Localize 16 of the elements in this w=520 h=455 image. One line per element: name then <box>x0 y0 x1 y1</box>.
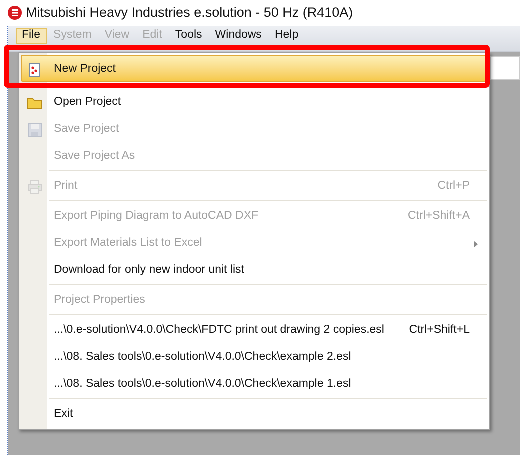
menu-item[interactable]: New Project <box>21 55 487 82</box>
menu-bar-item[interactable]: Tools <box>169 28 208 44</box>
menu-bar-item[interactable]: Windows <box>209 28 268 44</box>
menu-item[interactable]: Download for only new indoor unit list <box>21 256 487 283</box>
menu-item[interactable]: ...\08. Sales tools\0.e-solution\V4.0.0\Check\example 2.esl <box>21 343 487 370</box>
menu-bar-item[interactable]: Help <box>268 28 305 44</box>
menu-item[interactable]: Open Project <box>21 88 487 115</box>
toolbar-field <box>490 56 520 80</box>
menu-item[interactable]: ...\08. Sales tools\0.e-solution\V4.0.0\Check\example 1.esl <box>21 370 487 397</box>
menu-item[interactable]: Exit <box>21 400 487 427</box>
window-title: Mitsubishi Heavy Industries e.solution - 50 Hz (R410A) <box>26 4 354 22</box>
app-logo-icon <box>8 6 22 20</box>
printer-icon <box>27 179 43 195</box>
menu-item[interactable]: ...\0.e-solution\V4.0.0\Check\FDTC print out drawing 2 copies.esl Ctrl+Shift+L <box>21 316 487 343</box>
new-document-icon <box>27 62 43 78</box>
menu-bar-item[interactable]: File <box>16 28 47 44</box>
